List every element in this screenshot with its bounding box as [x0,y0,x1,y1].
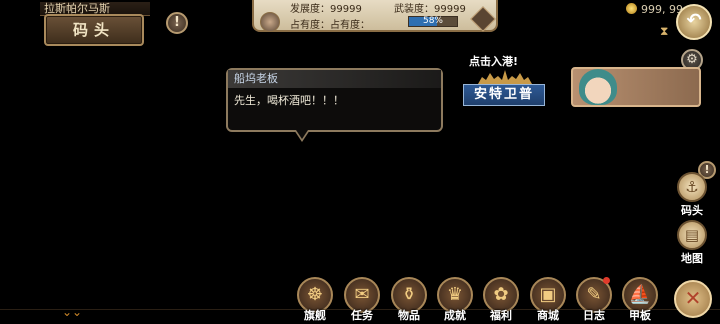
occupation-bar: 58% [408,16,458,27]
expand-stats-icon[interactable] [470,6,496,32]
nav-item-4[interactable]: ✿ 福利 [481,277,521,322]
armament-label: 武装度： [394,4,434,15]
nav-item-7[interactable]: ⛵ 甲板 [620,277,660,322]
nav-item-2[interactable]: ⚱ 物品 [389,277,429,322]
map-icon: ▤ [677,220,707,250]
nav-item-5[interactable]: ▣ 商城 [528,277,568,322]
nav-item-label: 福利 [490,309,512,322]
dock-label: 码头 [681,204,703,217]
gear-icon: ⚙ [686,52,698,67]
npc-dialog[interactable]: 船坞老板 先生，喝杯酒吧！！！ [226,68,443,142]
enter-port-hint: 点击入港! [469,55,519,68]
occupation-name: 占有度： [330,20,370,31]
alert-button[interactable]: ! [166,12,188,34]
development-stat: 发展度：99999 [290,0,362,15]
development-value: 99999 [330,4,362,15]
nav-item-label: 旗舰 [304,309,326,322]
dock-icon: ⚓ [677,172,707,202]
nav-item-label: 物品 [398,309,420,322]
occupation-percent: 58% [422,16,443,26]
nav-item-3[interactable]: ♛ 成就 [435,277,475,322]
npc-portrait-card[interactable] [571,67,701,107]
port-skyline-icon [478,70,532,84]
nav-item-6[interactable]: ✎ 日志 [574,277,614,322]
location-plaque[interactable]: 码头 [44,14,144,46]
map-button[interactable]: ▤ 地图 [675,220,709,266]
armament-stat: 武装度：99999 [394,0,466,15]
gold-counter: 999, 99 [626,3,683,16]
collapse-chevron-icon[interactable]: ⌄⌄ [62,305,82,319]
close-menu-button[interactable]: ✕ [674,280,712,318]
nav-item-label: 甲板 [629,309,651,322]
dialog-speaker: 船坞老板 [228,70,441,88]
hourglass-icon: ⧗ [660,24,669,38]
back-button[interactable]: ↶ [676,4,712,40]
map-label: 地图 [681,252,703,265]
development-label: 发展度： [290,4,330,15]
city-stats-panel: 发展度：99999 武装度：99999 占有度：占有度： 58% [252,0,498,32]
close-icon: ✕ [684,286,702,310]
dialog-text: 先生，喝杯酒吧！！！ [234,94,344,107]
nav-item-label: 日志 [583,309,605,322]
port-name-button[interactable]: 安特卫普 [463,84,545,106]
npc-avatar [579,69,617,105]
nav-item-label: 任务 [351,309,373,322]
armament-value: 99999 [434,4,466,15]
back-arrow-icon: ↶ [686,10,702,31]
governor-avatar[interactable] [260,12,280,32]
nav-item-0[interactable]: ☸ 旗舰 [295,277,335,322]
dock-button[interactable]: ⚓ 码头 [675,172,709,218]
nav-item-label: 成就 [444,309,466,322]
nav-item-label: 商城 [537,309,559,322]
dialog-tail-inner [296,130,308,139]
coin-icon [626,3,637,14]
occupation-stat: 占有度：占有度： [290,16,370,31]
exclamation-icon: ! [174,15,180,30]
nav-item-1[interactable]: ✉ 任务 [342,277,382,322]
notification-dot [603,277,610,284]
occupation-label: 占有度： [290,20,330,31]
